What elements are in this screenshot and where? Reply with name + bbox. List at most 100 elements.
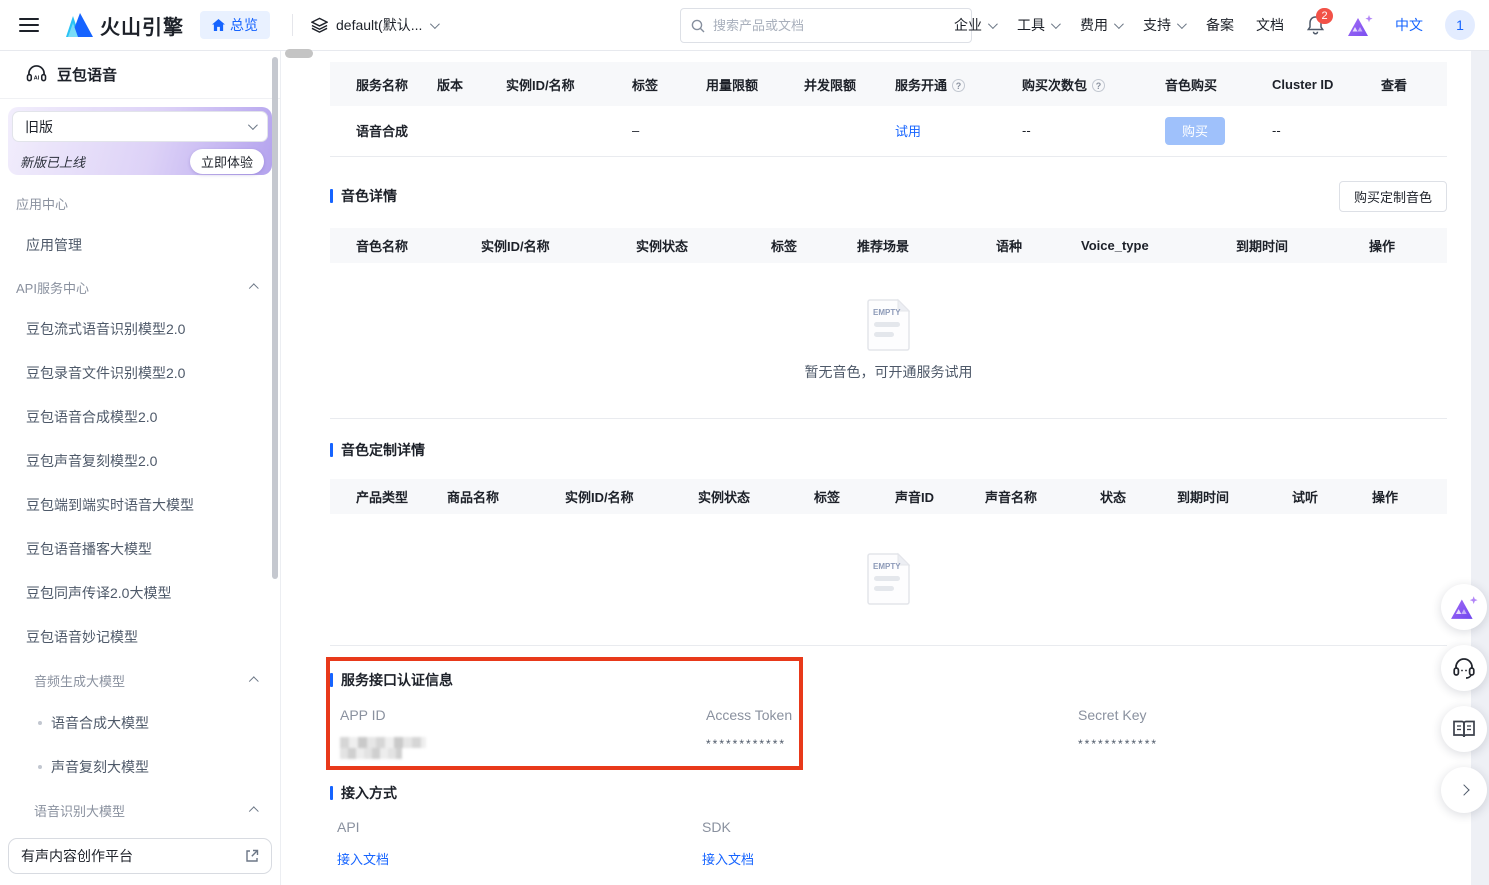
sidebar-item-podcast[interactable]: 豆包语音播客大模型 [0, 527, 272, 571]
nav-menu-icp[interactable]: 备案 [1206, 15, 1234, 35]
volcengine-logo[interactable]: 火山引擎 [63, 11, 184, 40]
sidebar-item-miaoji[interactable]: 豆包语音妙记模型 [0, 615, 272, 659]
item-label: 应用管理 [26, 235, 82, 255]
col-header: 购买次数包 [1022, 78, 1087, 93]
sidebar-group-asr-large[interactable]: 语音识别大模型 [0, 789, 272, 831]
access-token-label: Access Token [706, 707, 792, 723]
nav-menu-tools[interactable]: 工具 [1017, 15, 1058, 35]
empty-document-icon: EMPTY [866, 298, 912, 352]
overview-tab[interactable]: 总览 [200, 11, 270, 39]
nav-menu-docs[interactable]: 文档 [1256, 15, 1284, 35]
sidebar-item-tts-large[interactable]: 语音合成大模型 [0, 701, 272, 745]
sidebar-group-api-center[interactable]: API服务中心 [0, 267, 272, 307]
col-header: Voice_type [1081, 238, 1149, 253]
col-header: 实例ID/名称 [506, 78, 575, 93]
menu-label: 费用 [1080, 15, 1108, 35]
external-link-icon [245, 849, 259, 863]
voice-detail-table: 音色名称 实例ID/名称 实例状态 标签 推荐场景 语种 Voice_type … [330, 228, 1447, 263]
col-header: 声音名称 [985, 490, 1037, 505]
chevron-up-icon [249, 283, 259, 293]
secret-key-label: Secret Key [1078, 707, 1146, 723]
avatar[interactable]: 1 [1445, 10, 1475, 40]
nav-menu-billing[interactable]: 费用 [1080, 15, 1121, 35]
ai-assistant-icon[interactable] [1347, 14, 1373, 36]
bullet-dot [38, 765, 42, 769]
empty-state-text: 暂无音色，可开通服务试用 [805, 362, 973, 382]
chevron-up-icon [249, 676, 259, 686]
project-selector[interactable]: default(默认... [311, 15, 437, 35]
access-token-value: ************ [706, 737, 786, 751]
col-header: 操作 [1369, 239, 1395, 254]
sidebar-item-tts-2[interactable]: 豆包语音合成模型2.0 [0, 395, 272, 439]
title-text: 服务接口认证信息 [341, 670, 453, 690]
menu-label: 工具 [1017, 15, 1045, 35]
buy-custom-voice-button[interactable]: 购买定制音色 [1339, 181, 1447, 212]
cluster-id-value: -- [1264, 106, 1373, 156]
item-label: 豆包语音播客大模型 [26, 539, 152, 559]
chevron-up-icon [249, 806, 259, 816]
book-icon [1452, 719, 1476, 739]
search-icon [691, 19, 705, 33]
sdk-label: SDK [702, 819, 731, 835]
docs-button[interactable] [1441, 706, 1487, 752]
buy-button[interactable]: 购买 [1165, 117, 1225, 145]
menu-label: 文档 [1256, 15, 1284, 35]
sidebar-scrollbar-thumb[interactable] [272, 57, 278, 579]
item-label: 豆包语音合成模型2.0 [26, 407, 157, 427]
project-name: default(默认... [336, 15, 422, 35]
item-label: 声音复刻大模型 [51, 757, 149, 777]
col-header: 推荐场景 [857, 239, 909, 254]
col-header: 服务开通 [895, 78, 947, 93]
empty-icon-text: EMPTY [873, 308, 901, 317]
sidebar-header: AI 豆包语音 [0, 51, 280, 99]
collapse-panel-button[interactable] [1441, 767, 1487, 813]
sidebar-item-stream-asr-2[interactable]: 豆包流式语音识别模型2.0 [0, 307, 272, 351]
support-button[interactable] [1441, 645, 1487, 691]
api-doc-link[interactable]: 接入文档 [337, 849, 389, 868]
nav-menu-support[interactable]: 支持 [1143, 15, 1184, 35]
sidebar-item-voice-clone-2[interactable]: 豆包声音复刻模型2.0 [0, 439, 272, 483]
scrollbar-thumb[interactable] [285, 49, 313, 58]
item-label: 豆包同声传译2.0大模型 [26, 583, 171, 603]
ai-assistant-button[interactable] [1441, 584, 1487, 630]
sidebar-item-app-management[interactable]: 应用管理 [0, 223, 272, 267]
language-switch[interactable]: 中文 [1395, 15, 1423, 35]
try-now-button[interactable]: 立即体验 [190, 149, 264, 174]
headset-icon [1452, 657, 1476, 679]
group-label: 语音识别大模型 [34, 801, 125, 820]
bullet-dot [38, 721, 42, 725]
help-icon[interactable]: ? [952, 79, 965, 92]
sidebar-item-file-asr-2[interactable]: 豆包录音文件识别模型2.0 [0, 351, 272, 395]
trial-link[interactable]: 试用 [895, 124, 921, 139]
sidebar-group-audio-gen[interactable]: 音频生成大模型 [0, 659, 272, 701]
product-title: 豆包语音 [57, 64, 117, 85]
package-value: -- [1014, 106, 1157, 156]
section-title-access: 接入方式 [330, 783, 397, 803]
service-name: 语音合成 [330, 106, 429, 156]
notifications-button[interactable]: 2 [1306, 15, 1325, 35]
global-search[interactable] [680, 8, 972, 43]
audio-creation-platform-link[interactable]: 有声内容创作平台 [8, 838, 272, 874]
title-text: 接入方式 [341, 783, 397, 803]
sidebar-item-simul-interp[interactable]: 豆包同声传译2.0大模型 [0, 571, 272, 615]
sidebar-item-e2e-realtime[interactable]: 豆包端到端实时语音大模型 [0, 483, 272, 527]
nav-menu-enterprise[interactable]: 企业 [954, 15, 995, 35]
sdk-doc-link[interactable]: 接入文档 [702, 849, 754, 868]
col-header: 操作 [1372, 490, 1398, 505]
app-id-redacted-value [340, 737, 426, 759]
section-title-auth: 服务接口认证信息 [330, 670, 453, 690]
help-icon[interactable]: ? [1092, 79, 1105, 92]
col-header: 到期时间 [1177, 490, 1229, 505]
hamburger-menu-icon[interactable] [19, 18, 39, 32]
chevron-right-icon [1458, 784, 1469, 795]
title-bar [330, 443, 333, 457]
svg-text:AI: AI [34, 75, 40, 81]
menu-label: 企业 [954, 15, 982, 35]
version-selector[interactable]: 旧版 [12, 111, 268, 142]
notification-badge: 2 [1316, 8, 1333, 24]
title-text: 音色定制详情 [341, 440, 425, 460]
sidebar-item-clone-large[interactable]: 声音复刻大模型 [0, 745, 272, 789]
search-input[interactable] [713, 18, 961, 33]
floating-toolbar [1441, 584, 1487, 813]
col-header: 标签 [632, 78, 658, 93]
